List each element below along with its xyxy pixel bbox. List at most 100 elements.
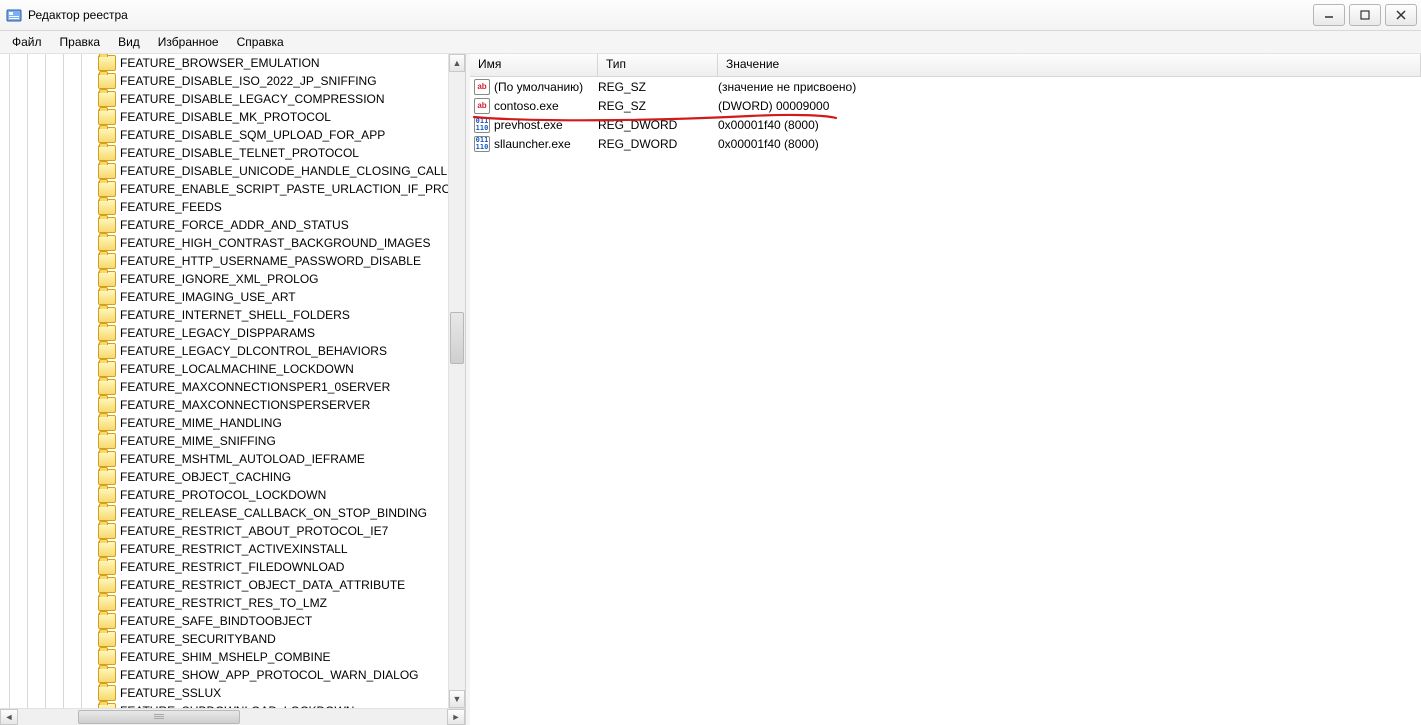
value-type: REG_DWORD — [598, 118, 718, 132]
folder-icon — [98, 649, 116, 665]
folder-icon — [98, 325, 116, 341]
folder-icon — [98, 73, 116, 89]
tree-item[interactable]: FEATURE_LEGACY_DISPPARAMS — [0, 324, 449, 342]
value-row[interactable]: 011110prevhost.exeREG_DWORD0x00001f40 (8… — [470, 115, 1421, 134]
tree-item-label: FEATURE_MIME_HANDLING — [120, 416, 288, 430]
tree-item[interactable]: FEATURE_RESTRICT_ACTIVEXINSTALL — [0, 540, 449, 558]
tree-item-label: FEATURE_RELEASE_CALLBACK_ON_STOP_BINDING — [120, 506, 433, 520]
folder-icon — [98, 523, 116, 539]
tree-item[interactable]: FEATURE_HTTP_USERNAME_PASSWORD_DISABLE — [0, 252, 449, 270]
tree-item[interactable]: FEATURE_DISABLE_LEGACY_COMPRESSION — [0, 90, 449, 108]
tree-item[interactable]: FEATURE_INTERNET_SHELL_FOLDERS — [0, 306, 449, 324]
tree-vertical-scrollbar[interactable]: ▲ ▼ — [448, 54, 465, 708]
menu-favorites[interactable]: Избранное — [150, 33, 227, 51]
tree-item[interactable]: FEATURE_SAFE_BINDTOOBJECT — [0, 612, 449, 630]
tree-item[interactable]: FEATURE_IMAGING_USE_ART — [0, 288, 449, 306]
scroll-thumb[interactable] — [450, 312, 464, 364]
tree-item[interactable]: FEATURE_SHOW_APP_PROTOCOL_WARN_DIALOG — [0, 666, 449, 684]
close-button[interactable] — [1385, 4, 1417, 26]
minimize-button[interactable] — [1313, 4, 1345, 26]
tree-item[interactable]: FEATURE_SHIM_MSHELP_COMBINE — [0, 648, 449, 666]
scroll-up-button[interactable]: ▲ — [449, 54, 465, 72]
value-data: 0x00001f40 (8000) — [718, 137, 1421, 151]
values-list[interactable]: ab(По умолчанию)REG_SZ(значение не присв… — [470, 77, 1421, 725]
value-name: sllauncher.exe — [494, 137, 571, 151]
folder-icon — [98, 253, 116, 269]
folder-icon — [98, 343, 116, 359]
tree-item[interactable]: FEATURE_FEEDS — [0, 198, 449, 216]
tree-item[interactable]: FEATURE_FORCE_ADDR_AND_STATUS — [0, 216, 449, 234]
value-row[interactable]: abcontoso.exeREG_SZ(DWORD) 00009000 — [470, 96, 1421, 115]
column-header-type[interactable]: Тип — [598, 54, 718, 76]
tree-item[interactable]: FEATURE_MSHTML_AUTOLOAD_IEFRAME — [0, 450, 449, 468]
tree-item[interactable]: FEATURE_MIME_SNIFFING — [0, 432, 449, 450]
menu-edit[interactable]: Правка — [52, 33, 109, 51]
tree-item[interactable]: FEATURE_RESTRICT_ABOUT_PROTOCOL_IE7 — [0, 522, 449, 540]
menu-file[interactable]: Файл — [4, 33, 50, 51]
tree-item-label: FEATURE_DISABLE_LEGACY_COMPRESSION — [120, 92, 391, 106]
tree-item-label: FEATURE_SAFE_BINDTOOBJECT — [120, 614, 318, 628]
value-name-cell: 011110sllauncher.exe — [474, 136, 598, 152]
tree-item[interactable]: FEATURE_PROTOCOL_LOCKDOWN — [0, 486, 449, 504]
tree-item[interactable]: FEATURE_SUBDOWNLOAD_LOCKDOWN — [0, 702, 449, 708]
menu-view[interactable]: Вид — [110, 33, 148, 51]
tree-horizontal-scrollbar[interactable]: ◄ ► — [0, 708, 465, 725]
tree-item[interactable]: FEATURE_RESTRICT_OBJECT_DATA_ATTRIBUTE — [0, 576, 449, 594]
tree-item[interactable]: FEATURE_OBJECT_CACHING — [0, 468, 449, 486]
folder-icon — [98, 451, 116, 467]
tree-item[interactable]: FEATURE_LEGACY_DLCONTROL_BEHAVIORS — [0, 342, 449, 360]
tree-lines — [0, 684, 98, 702]
value-row[interactable]: 011110sllauncher.exeREG_DWORD0x00001f40 … — [470, 134, 1421, 153]
tree-lines — [0, 594, 98, 612]
tree-item[interactable]: FEATURE_MAXCONNECTIONSPER1_0SERVER — [0, 378, 449, 396]
menu-help[interactable]: Справка — [229, 33, 292, 51]
tree-lines — [0, 414, 98, 432]
tree-item[interactable]: FEATURE_DISABLE_SQM_UPLOAD_FOR_APP — [0, 126, 449, 144]
tree-lines — [0, 468, 98, 486]
scroll-track[interactable] — [18, 709, 447, 725]
tree-item[interactable]: FEATURE_ENABLE_SCRIPT_PASTE_URLACTION_IF… — [0, 180, 449, 198]
tree-item[interactable]: FEATURE_MAXCONNECTIONSPERSERVER — [0, 396, 449, 414]
tree-item[interactable]: FEATURE_SECURITYBAND — [0, 630, 449, 648]
tree-item[interactable]: FEATURE_HIGH_CONTRAST_BACKGROUND_IMAGES — [0, 234, 449, 252]
tree-item[interactable]: FEATURE_MIME_HANDLING — [0, 414, 449, 432]
folder-icon — [98, 667, 116, 683]
tree-lines — [0, 270, 98, 288]
scroll-down-button[interactable]: ▼ — [449, 690, 465, 708]
values-panel: Имя Тип Значение ab(По умолчанию)REG_SZ(… — [470, 54, 1421, 725]
scroll-track[interactable] — [449, 72, 465, 690]
tree-item[interactable]: FEATURE_RELEASE_CALLBACK_ON_STOP_BINDING — [0, 504, 449, 522]
scroll-right-button[interactable]: ► — [447, 709, 465, 725]
values-header: Имя Тип Значение — [470, 54, 1421, 77]
tree-item[interactable]: FEATURE_RESTRICT_FILEDOWNLOAD — [0, 558, 449, 576]
folder-icon — [98, 433, 116, 449]
tree-lines — [0, 648, 98, 666]
registry-tree[interactable]: FEATURE_BROWSER_EMULATIONFEATURE_DISABLE… — [0, 54, 449, 708]
value-type: REG_SZ — [598, 99, 718, 113]
folder-icon — [98, 505, 116, 521]
tree-item[interactable]: FEATURE_SSLUX — [0, 684, 449, 702]
tree-item[interactable]: FEATURE_DISABLE_MK_PROTOCOL — [0, 108, 449, 126]
tree-lines — [0, 234, 98, 252]
tree-item[interactable]: FEATURE_DISABLE_TELNET_PROTOCOL — [0, 144, 449, 162]
maximize-button[interactable] — [1349, 4, 1381, 26]
column-header-name[interactable]: Имя — [470, 54, 598, 76]
tree-item[interactable]: FEATURE_RESTRICT_RES_TO_LMZ — [0, 594, 449, 612]
tree-item[interactable]: FEATURE_DISABLE_ISO_2022_JP_SNIFFING — [0, 72, 449, 90]
tree-item[interactable]: FEATURE_BROWSER_EMULATION — [0, 54, 449, 72]
tree-lines — [0, 324, 98, 342]
value-row[interactable]: ab(По умолчанию)REG_SZ(значение не присв… — [470, 77, 1421, 96]
tree-item[interactable]: FEATURE_LOCALMACHINE_LOCKDOWN — [0, 360, 449, 378]
value-data: (DWORD) 00009000 — [718, 99, 1421, 113]
tree-lines — [0, 162, 98, 180]
tree-item-label: FEATURE_IGNORE_XML_PROLOG — [120, 272, 325, 286]
scroll-thumb[interactable] — [78, 710, 240, 724]
tree-lines — [0, 126, 98, 144]
folder-icon — [98, 271, 116, 287]
column-header-value[interactable]: Значение — [718, 54, 1421, 76]
folder-icon — [98, 397, 116, 413]
tree-item[interactable]: FEATURE_DISABLE_UNICODE_HANDLE_CLOSING_C… — [0, 162, 449, 180]
window-title: Редактор реестра — [28, 8, 1313, 22]
scroll-left-button[interactable]: ◄ — [0, 709, 18, 725]
tree-item[interactable]: FEATURE_IGNORE_XML_PROLOG — [0, 270, 449, 288]
